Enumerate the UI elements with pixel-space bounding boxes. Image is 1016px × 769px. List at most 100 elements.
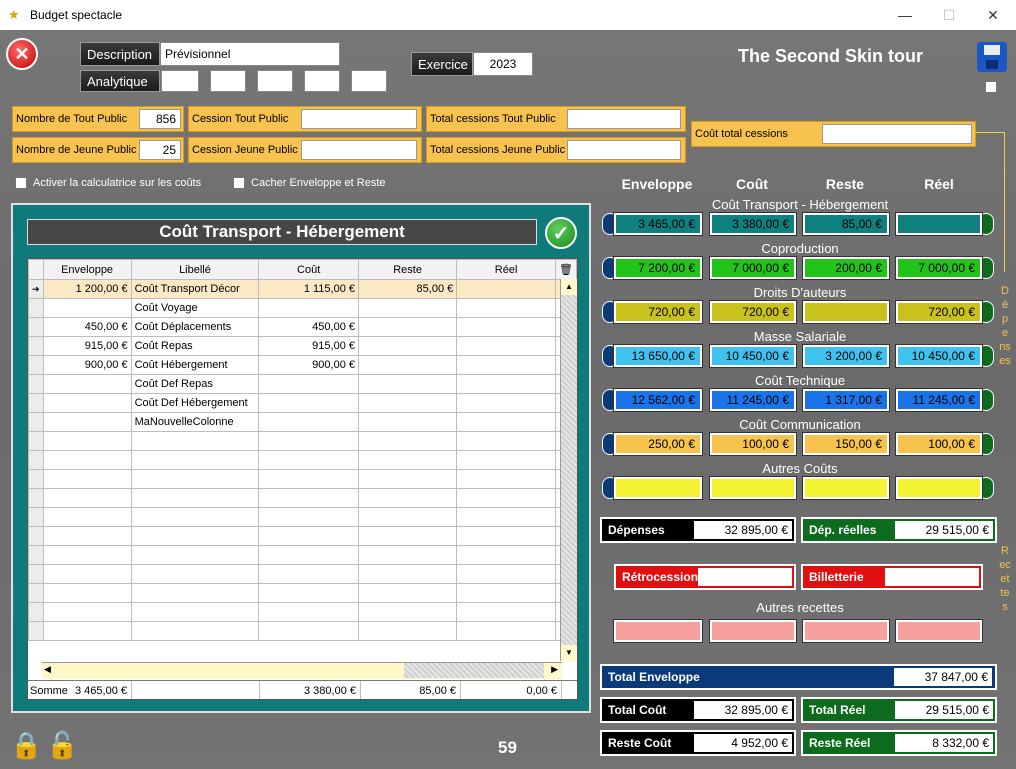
calculatrice-option[interactable]: Activer la calculatrice sur les coûts	[15, 177, 201, 189]
grid-cell[interactable]	[357, 450, 458, 470]
grid-cell[interactable]	[258, 393, 359, 413]
section-value-cell[interactable]: 720,00 €	[709, 300, 797, 324]
section-value-cell[interactable]	[895, 212, 983, 236]
grid-cell[interactable]	[130, 507, 260, 527]
row-header[interactable]	[28, 317, 44, 337]
grid-cell[interactable]	[258, 412, 359, 432]
cacher-option[interactable]: Cacher Enveloppe et Reste	[233, 177, 386, 189]
analytique-input-4[interactable]	[304, 70, 340, 92]
grid-cell[interactable]	[357, 355, 458, 375]
grid-cell[interactable]: 85,00 €	[357, 279, 458, 299]
lock-icon[interactable]: 🔒	[10, 730, 42, 761]
scroll-left-icon[interactable]: ◀	[44, 664, 51, 675]
total-cess-jeune-input[interactable]	[567, 140, 681, 160]
grid-cell[interactable]: 915,00 €	[42, 336, 132, 356]
grid-cell[interactable]	[258, 450, 359, 470]
autres-recettes-cell[interactable]	[895, 619, 983, 643]
grid-cell[interactable]	[456, 393, 556, 413]
billetterie-input[interactable]	[885, 568, 979, 586]
section-value-cell[interactable]: 1 317,00 €	[802, 388, 890, 412]
grid-cell[interactable]	[258, 469, 359, 489]
row-header[interactable]	[28, 602, 44, 622]
horizontal-scrollbar[interactable]: ◀ ▶	[42, 662, 562, 679]
autres-recettes-cell[interactable]	[709, 619, 797, 643]
total-cess-tout-input[interactable]	[567, 109, 681, 129]
grid-cell[interactable]	[357, 545, 458, 565]
minimize-icon[interactable]: —	[882, 0, 928, 30]
row-header[interactable]	[28, 355, 44, 375]
section-value-cell[interactable]	[802, 300, 890, 324]
section-value-cell[interactable]: 100,00 €	[709, 432, 797, 456]
row-header[interactable]	[28, 412, 44, 432]
grid-cell[interactable]	[42, 602, 132, 622]
table-row[interactable]: 450,00 € Coût Déplacements 450,00 €	[28, 317, 577, 337]
grid-cell[interactable]	[456, 545, 556, 565]
grid-cell[interactable]	[258, 602, 359, 622]
grid-cell[interactable]	[456, 488, 556, 508]
grid-cell[interactable]	[456, 298, 556, 318]
grid-cell[interactable]	[456, 317, 556, 337]
grid-cell[interactable]: 1 200,00 €	[42, 279, 132, 299]
grid-cell[interactable]: Coût Transport Décor	[130, 279, 260, 299]
grid-cell[interactable]	[456, 621, 556, 641]
row-header[interactable]	[28, 545, 44, 565]
grid-cell[interactable]	[258, 526, 359, 546]
table-row[interactable]: 915,00 € Coût Repas 915,00 €	[28, 336, 577, 356]
grid-cell[interactable]	[456, 564, 556, 584]
autres-recettes-cell[interactable]	[613, 619, 703, 643]
table-row[interactable]	[28, 564, 577, 584]
grid-cell[interactable]	[357, 507, 458, 527]
row-header[interactable]	[28, 469, 44, 489]
description-input[interactable]: Prévisionnel	[160, 42, 340, 66]
grid-cell[interactable]	[258, 507, 359, 527]
close-form-icon[interactable]: ✕	[6, 38, 38, 70]
grid-cell[interactable]	[258, 431, 359, 451]
grid-cell[interactable]	[130, 583, 260, 603]
grid-cell[interactable]	[42, 412, 132, 432]
grid-cell[interactable]: 900,00 €	[258, 355, 359, 375]
col-cout[interactable]: Coût	[258, 259, 359, 280]
save-icon[interactable]	[977, 42, 1007, 72]
grid-cell[interactable]: 900,00 €	[42, 355, 132, 375]
grid-cell[interactable]	[357, 412, 458, 432]
scroll-right-icon[interactable]: ▶	[551, 664, 558, 675]
grid-cell[interactable]	[42, 621, 132, 641]
section-value-cell[interactable]: 11 245,00 €	[895, 388, 983, 412]
close-icon[interactable]: ✕	[970, 0, 1016, 30]
grid-cell[interactable]	[42, 450, 132, 470]
grid-cell[interactable]	[42, 298, 132, 318]
grid-cell[interactable]	[456, 507, 556, 527]
col-enveloppe[interactable]: Enveloppe	[42, 259, 132, 280]
grid-cell[interactable]	[456, 279, 556, 299]
jeune-public-input[interactable]: 25	[139, 140, 181, 160]
grid-cell[interactable]	[130, 488, 260, 508]
grid-cell[interactable]	[130, 450, 260, 470]
grid-cell[interactable]	[456, 336, 556, 356]
row-pointer-icon[interactable]: ➔	[28, 279, 44, 299]
grid-cell[interactable]	[42, 583, 132, 603]
grid-cell[interactable]: 915,00 €	[258, 336, 359, 356]
grid-cell[interactable]	[42, 431, 132, 451]
table-row[interactable]	[28, 450, 577, 470]
table-row[interactable]	[28, 431, 577, 451]
col-libelle[interactable]: Libellé	[130, 259, 260, 280]
table-row[interactable]	[28, 469, 577, 489]
section-value-cell[interactable]: 13 650,00 €	[613, 344, 703, 368]
row-header[interactable]	[28, 298, 44, 318]
table-row[interactable]	[28, 507, 577, 527]
grid-cell[interactable]	[42, 545, 132, 565]
table-row[interactable]: ➔ 1 200,00 € Coût Transport Décor 1 115,00 …	[28, 279, 577, 299]
grid-cell[interactable]	[42, 374, 132, 394]
grid-cell[interactable]	[258, 488, 359, 508]
section-value-cell[interactable]	[802, 476, 890, 500]
table-row[interactable]	[28, 621, 577, 641]
col-reel[interactable]: Réel	[456, 259, 556, 280]
analytique-input-3[interactable]	[257, 70, 293, 92]
grid-cell[interactable]	[456, 602, 556, 622]
section-value-cell[interactable]: 11 245,00 €	[709, 388, 797, 412]
grid-cell[interactable]	[258, 545, 359, 565]
vertical-scrollbar[interactable]: ▲ ▼	[560, 279, 577, 661]
trash-icon[interactable]: 🗑	[555, 259, 577, 280]
table-row[interactable]: Coût Def Repas	[28, 374, 577, 394]
grid-cell[interactable]: 450,00 €	[42, 317, 132, 337]
